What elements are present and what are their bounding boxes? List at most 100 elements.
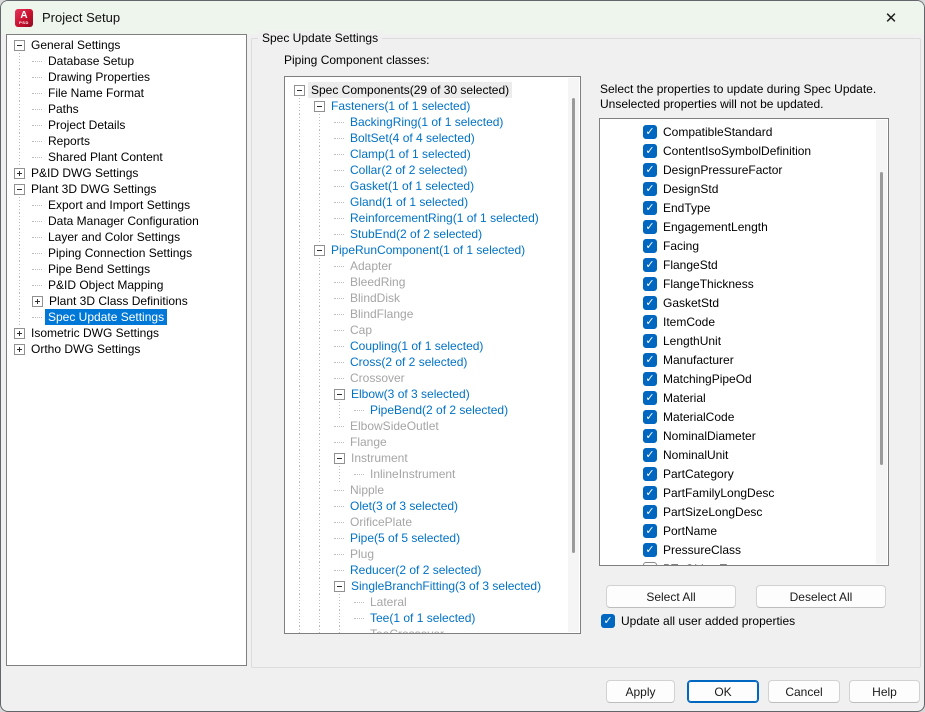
checkbox-checked-icon[interactable]: ✓ bbox=[643, 277, 657, 291]
nav-tree-item[interactable]: Pipe Bend Settings bbox=[7, 261, 246, 277]
tree-item-label[interactable]: Cross(2 of 2 selected) bbox=[347, 354, 470, 370]
tree-item-label[interactable]: Project Details bbox=[45, 117, 128, 133]
tree-item-label[interactable]: Nipple bbox=[347, 482, 387, 498]
tree-item-label[interactable]: ElbowSideOutlet bbox=[347, 418, 442, 434]
component-class-item[interactable]: BleedRing bbox=[285, 274, 580, 290]
tree-item-label[interactable]: OrificePlate bbox=[347, 514, 415, 530]
tree-item-label[interactable]: TeeCrossover bbox=[367, 626, 447, 634]
checkbox-checked-icon[interactable]: ✓ bbox=[643, 467, 657, 481]
checkbox-checked-icon[interactable]: ✓ bbox=[643, 182, 657, 196]
component-class-item[interactable]: Crossover bbox=[285, 370, 580, 386]
component-class-item[interactable]: SingleBranchFitting(3 of 3 selected) bbox=[285, 578, 580, 594]
tree-item-label[interactable]: BoltSet(4 of 4 selected) bbox=[347, 130, 478, 146]
ok-button[interactable]: OK bbox=[687, 680, 759, 703]
close-icon[interactable]: ✕ bbox=[876, 6, 906, 29]
nav-tree-item[interactable]: Plant 3D DWG Settings bbox=[7, 181, 246, 197]
tree-item-label[interactable]: Flange bbox=[347, 434, 390, 450]
tree-item-label[interactable]: PipeRunComponent(1 of 1 selected) bbox=[328, 242, 528, 258]
component-class-item[interactable]: Spec Components(29 of 30 selected) bbox=[285, 82, 580, 98]
help-button[interactable]: Help bbox=[849, 680, 920, 703]
nav-tree-item[interactable]: Shared Plant Content bbox=[7, 149, 246, 165]
tree-item-label[interactable]: Adapter bbox=[347, 258, 395, 274]
apply-button[interactable]: Apply bbox=[606, 680, 675, 703]
tree-scrollbar-thumb[interactable] bbox=[572, 98, 575, 553]
component-class-item[interactable]: Lateral bbox=[285, 594, 580, 610]
tree-item-label[interactable]: Olet(3 of 3 selected) bbox=[347, 498, 461, 514]
component-class-item[interactable]: Elbow(3 of 3 selected) bbox=[285, 386, 580, 402]
checkbox-checked-icon[interactable]: ✓ bbox=[643, 410, 657, 424]
component-class-item[interactable]: Fasteners(1 of 1 selected) bbox=[285, 98, 580, 114]
component-class-item[interactable]: Nipple bbox=[285, 482, 580, 498]
component-class-item[interactable]: Olet(3 of 3 selected) bbox=[285, 498, 580, 514]
property-row[interactable]: ✓PressureClass bbox=[600, 540, 888, 559]
component-class-item[interactable]: BoltSet(4 of 4 selected) bbox=[285, 130, 580, 146]
collapse-icon[interactable] bbox=[334, 453, 345, 464]
nav-tree-item[interactable]: Data Manager Configuration bbox=[7, 213, 246, 229]
checkbox-checked-icon[interactable]: ✓ bbox=[643, 524, 657, 538]
component-class-item[interactable]: InlineInstrument bbox=[285, 466, 580, 482]
tree-item-label[interactable]: Plant 3D DWG Settings bbox=[28, 181, 159, 197]
tree-item-label[interactable]: Shared Plant Content bbox=[45, 149, 166, 165]
expand-icon[interactable] bbox=[14, 344, 25, 355]
property-row[interactable]: ✓PartSizeLongDesc bbox=[600, 502, 888, 521]
component-class-item[interactable]: PipeRunComponent(1 of 1 selected) bbox=[285, 242, 580, 258]
component-class-item[interactable]: Clamp(1 of 1 selected) bbox=[285, 146, 580, 162]
collapse-icon[interactable] bbox=[334, 581, 345, 592]
checkbox-checked-icon[interactable]: ✓ bbox=[643, 353, 657, 367]
property-row[interactable]: ✓EndType bbox=[600, 198, 888, 217]
tree-item-label[interactable]: StubEnd(2 of 2 selected) bbox=[347, 226, 485, 242]
component-class-item[interactable]: BlindFlange bbox=[285, 306, 580, 322]
nav-tree-item[interactable]: Reports bbox=[7, 133, 246, 149]
tree-item-label[interactable]: Elbow(3 of 3 selected) bbox=[348, 386, 473, 402]
tree-item-label[interactable]: Reducer(2 of 2 selected) bbox=[347, 562, 484, 578]
component-class-item[interactable]: Adapter bbox=[285, 258, 580, 274]
tree-item-label[interactable]: Spec Update Settings bbox=[45, 309, 167, 325]
checkbox-checked-icon[interactable]: ✓ bbox=[643, 125, 657, 139]
checkbox-checked-icon[interactable]: ✓ bbox=[643, 391, 657, 405]
select-all-button[interactable]: Select All bbox=[606, 585, 736, 608]
checkbox-checked-icon[interactable]: ✓ bbox=[643, 315, 657, 329]
component-class-item[interactable]: Gasket(1 of 1 selected) bbox=[285, 178, 580, 194]
nav-tree-item[interactable]: Piping Connection Settings bbox=[7, 245, 246, 261]
tree-item-label[interactable]: Crossover bbox=[347, 370, 408, 386]
tree-item-label[interactable]: Instrument bbox=[348, 450, 411, 466]
tree-item-label[interactable]: Drawing Properties bbox=[45, 69, 153, 85]
property-row[interactable]: ✓Facing bbox=[600, 236, 888, 255]
cancel-button[interactable]: Cancel bbox=[768, 680, 840, 703]
tree-item-label[interactable]: SingleBranchFitting(3 of 3 selected) bbox=[348, 578, 544, 594]
checkbox-checked-icon[interactable]: ✓ bbox=[643, 543, 657, 557]
expand-icon[interactable] bbox=[14, 328, 25, 339]
nav-tree-item[interactable]: Layer and Color Settings bbox=[7, 229, 246, 245]
tree-item-label[interactable]: Clamp(1 of 1 selected) bbox=[347, 146, 474, 162]
expand-icon[interactable] bbox=[14, 168, 25, 179]
component-class-item[interactable]: ElbowSideOutlet bbox=[285, 418, 580, 434]
tree-item-label[interactable]: Layer and Color Settings bbox=[45, 229, 183, 245]
checkbox-checked-icon[interactable]: ✓ bbox=[643, 296, 657, 310]
component-class-item[interactable]: Instrument bbox=[285, 450, 580, 466]
property-row[interactable]: ✓LengthUnit bbox=[600, 331, 888, 350]
component-class-item[interactable]: Plug bbox=[285, 546, 580, 562]
property-row[interactable]: ✓DesignPressureFactor bbox=[600, 160, 888, 179]
component-class-item[interactable]: Coupling(1 of 1 selected) bbox=[285, 338, 580, 354]
tree-item-label[interactable]: Reports bbox=[45, 133, 93, 149]
properties-scrollbar-track[interactable] bbox=[876, 120, 887, 564]
tree-item-label[interactable]: Gland(1 of 1 selected) bbox=[347, 194, 471, 210]
collapse-icon[interactable] bbox=[294, 85, 305, 96]
property-row[interactable]: ✓DesignStd bbox=[600, 179, 888, 198]
nav-tree-item[interactable]: Export and Import Settings bbox=[7, 197, 246, 213]
component-class-item[interactable]: BlindDisk bbox=[285, 290, 580, 306]
property-row[interactable]: ✓ContentIsoSymbolDefinition bbox=[600, 141, 888, 160]
property-row[interactable]: ✓GasketStd bbox=[600, 293, 888, 312]
component-class-item[interactable]: Tee(1 of 1 selected) bbox=[285, 610, 580, 626]
component-class-item[interactable]: Collar(2 of 2 selected) bbox=[285, 162, 580, 178]
tree-item-label[interactable]: P&ID DWG Settings bbox=[28, 165, 141, 181]
component-class-item[interactable]: Cap bbox=[285, 322, 580, 338]
tree-item-label[interactable]: Piping Connection Settings bbox=[45, 245, 195, 261]
component-class-item[interactable]: PipeBend(2 of 2 selected) bbox=[285, 402, 580, 418]
checkbox-unchecked-icon[interactable] bbox=[643, 562, 657, 567]
collapse-icon[interactable] bbox=[314, 101, 325, 112]
checkbox-checked-icon[interactable]: ✓ bbox=[643, 486, 657, 500]
checkbox-checked-icon[interactable]: ✓ bbox=[643, 429, 657, 443]
nav-tree-item[interactable]: Project Details bbox=[7, 117, 246, 133]
checkbox-checked-icon[interactable]: ✓ bbox=[643, 201, 657, 215]
